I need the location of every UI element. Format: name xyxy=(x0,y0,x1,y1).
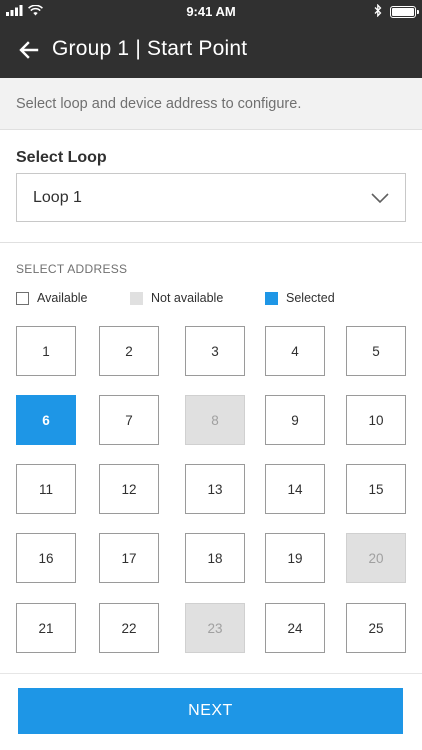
address-cell-5[interactable]: 5 xyxy=(346,326,406,376)
address-cell-7[interactable]: 7 xyxy=(99,395,159,445)
chevron-down-icon xyxy=(371,193,389,204)
status-bar: 9:41 AM xyxy=(0,0,422,22)
legend-available-label: Available xyxy=(37,291,88,305)
address-cell-10[interactable]: 10 xyxy=(346,395,406,445)
address-cell-20: 20 xyxy=(346,533,406,583)
address-cell-9[interactable]: 9 xyxy=(265,395,325,445)
legend-selected-label: Selected xyxy=(286,291,335,305)
address-cell-2[interactable]: 2 xyxy=(99,326,159,376)
address-cell-19[interactable]: 19 xyxy=(265,533,325,583)
address-cell-12[interactable]: 12 xyxy=(99,464,159,514)
address-cell-15[interactable]: 15 xyxy=(346,464,406,514)
address-cell-11[interactable]: 11 xyxy=(16,464,76,514)
address-cell-14[interactable]: 14 xyxy=(265,464,325,514)
address-cell-6[interactable]: 6 xyxy=(16,395,76,445)
legend-not-available-label: Not available xyxy=(151,291,224,305)
status-right xyxy=(374,3,419,20)
address-cell-3[interactable]: 3 xyxy=(185,326,245,376)
not-available-swatch xyxy=(130,291,143,305)
instruction-banner: Select loop and device address to config… xyxy=(0,78,422,130)
address-cell-16[interactable]: 16 xyxy=(16,533,76,583)
loop-dropdown[interactable]: Loop 1 xyxy=(16,173,406,222)
address-cell-18[interactable]: 18 xyxy=(185,533,245,583)
select-address-heading: SELECT ADDRESS xyxy=(16,262,128,276)
address-cell-1[interactable]: 1 xyxy=(16,326,76,376)
legend-not-available: Not available xyxy=(130,291,223,305)
address-cell-25[interactable]: 25 xyxy=(346,603,406,653)
address-cell-24[interactable]: 24 xyxy=(265,603,325,653)
status-time: 9:41 AM xyxy=(186,4,236,19)
address-cell-8: 8 xyxy=(185,395,245,445)
battery-icon xyxy=(390,6,419,18)
address-legend: Available Not available Selected xyxy=(0,291,422,307)
select-loop-label: Select Loop xyxy=(16,149,107,166)
available-swatch xyxy=(16,291,29,305)
legend-available: Available xyxy=(16,291,88,305)
selected-swatch xyxy=(265,291,278,305)
bluetooth-icon xyxy=(374,3,382,20)
loop-dropdown-value: Loop 1 xyxy=(33,189,82,206)
address-cell-13[interactable]: 13 xyxy=(185,464,245,514)
address-cell-4[interactable]: 4 xyxy=(265,326,325,376)
address-cell-22[interactable]: 22 xyxy=(99,603,159,653)
bottom-separator xyxy=(0,673,422,674)
back-button[interactable] xyxy=(14,35,44,65)
address-cell-17[interactable]: 17 xyxy=(99,533,159,583)
back-arrow-icon xyxy=(19,41,39,59)
address-cell-21[interactable]: 21 xyxy=(16,603,76,653)
next-button[interactable]: NEXT xyxy=(18,688,403,734)
divider xyxy=(0,242,422,243)
page-title: Group 1 | Start Point xyxy=(52,37,248,60)
address-cell-23: 23 xyxy=(185,603,245,653)
legend-selected: Selected xyxy=(265,291,335,305)
app-header: Group 1 | Start Point xyxy=(0,22,422,78)
